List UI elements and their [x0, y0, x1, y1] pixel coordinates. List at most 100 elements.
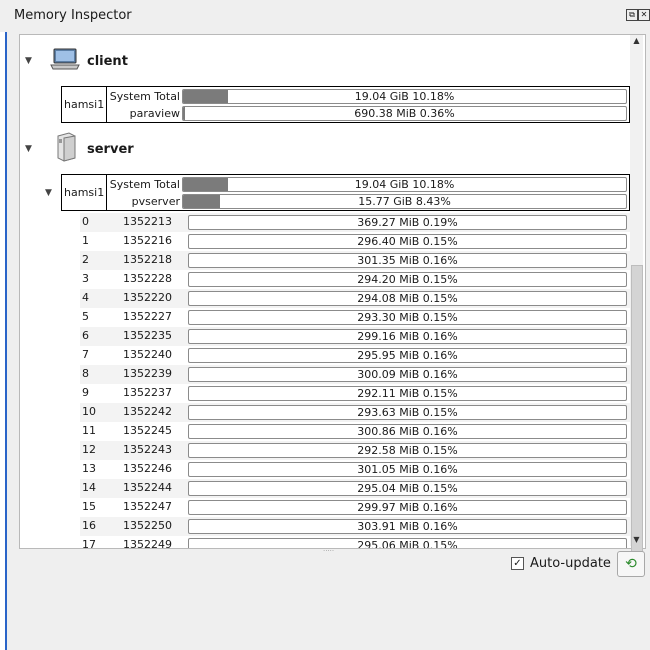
process-rank: 11 [82, 424, 96, 437]
process-row: 4 1352220 294.08 MiB 0.15% [80, 289, 630, 308]
process-memory-bar: 296.40 MiB 0.15% [188, 234, 627, 249]
process-row: 13 1352246 301.05 MiB 0.16% [80, 460, 630, 479]
process-memory-bar: 300.86 MiB 0.16% [188, 424, 627, 439]
process-memory-bar: 293.63 MiB 0.15% [188, 405, 627, 420]
client-label: client [87, 54, 128, 69]
process-memory-value: 295.95 MiB 0.16% [357, 349, 458, 362]
left-splitter[interactable] [0, 32, 7, 650]
process-memory-bar: 295.04 MiB 0.15% [188, 481, 627, 496]
server-expand-icon[interactable]: ▼ [25, 144, 32, 154]
process-rank: 12 [82, 443, 96, 456]
process-pid: 1352235 [123, 329, 172, 342]
scroll-down-icon[interactable]: ▼ [630, 534, 643, 546]
client-system-label: System Total [109, 90, 180, 103]
process-rank: 17 [82, 538, 96, 549]
server-proc-bar: 15.77 GiB 8.43% [182, 194, 627, 209]
auto-update-checkbox[interactable]: ✓ Auto-update [511, 556, 611, 571]
scroll-up-icon[interactable]: ▲ [630, 35, 643, 47]
process-memory-value: 295.06 MiB 0.15% [357, 539, 458, 549]
process-pid: 1352213 [123, 215, 172, 228]
auto-update-label: Auto-update [530, 556, 611, 571]
process-memory-bar: 295.95 MiB 0.16% [188, 348, 627, 363]
process-rank: 10 [82, 405, 96, 418]
process-pid: 1352244 [123, 481, 172, 494]
process-pid: 1352250 [123, 519, 172, 532]
process-pid: 1352242 [123, 405, 172, 418]
scrollbar-thumb[interactable] [631, 265, 643, 562]
process-pid: 1352240 [123, 348, 172, 361]
process-row: 11 1352245 300.86 MiB 0.16% [80, 422, 630, 441]
process-memory-value: 299.16 MiB 0.16% [357, 330, 458, 343]
server-host-table: hamsi1 System Total 19.04 GiB 10.18% pvs… [61, 174, 630, 211]
process-rank: 9 [82, 386, 89, 399]
client-host-name: hamsi1 [62, 87, 107, 122]
process-memory-bar: 303.91 MiB 0.16% [188, 519, 627, 534]
process-rank: 15 [82, 500, 96, 513]
process-row: 7 1352240 295.95 MiB 0.16% [80, 346, 630, 365]
process-memory-value: 296.40 MiB 0.15% [357, 235, 458, 248]
process-memory-bar: 294.20 MiB 0.15% [188, 272, 627, 287]
server-system-value: 19.04 GiB 10.18% [354, 178, 455, 191]
client-expand-icon[interactable]: ▼ [25, 56, 32, 66]
refresh-icon: ⟲ [625, 556, 637, 572]
process-memory-value: 294.08 MiB 0.15% [357, 292, 458, 305]
laptop-icon [50, 48, 80, 70]
process-pid: 1352247 [123, 500, 172, 513]
process-memory-value: 303.91 MiB 0.16% [357, 520, 458, 533]
process-row: 6 1352235 299.16 MiB 0.16% [80, 327, 630, 346]
process-row: 1 1352216 296.40 MiB 0.15% [80, 232, 630, 251]
process-memory-bar: 299.97 MiB 0.16% [188, 500, 627, 515]
process-memory-bar: 301.35 MiB 0.16% [188, 253, 627, 268]
process-pid: 1352228 [123, 272, 172, 285]
process-memory-bar: 301.05 MiB 0.16% [188, 462, 627, 477]
process-pid: 1352245 [123, 424, 172, 437]
process-rank: 8 [82, 367, 89, 380]
checkbox-check-icon[interactable]: ✓ [511, 557, 524, 570]
process-memory-value: 301.05 MiB 0.16% [357, 463, 458, 476]
process-rank: 1 [82, 234, 89, 247]
process-memory-value: 295.04 MiB 0.15% [357, 482, 458, 495]
process-pid: 1352243 [123, 443, 172, 456]
float-icon[interactable]: ⧉ [626, 9, 638, 21]
title-bar: Memory Inspector ⧉ ✕ [0, 0, 650, 32]
process-memory-value: 301.35 MiB 0.16% [357, 254, 458, 267]
client-proc-value: 690.38 MiB 0.36% [354, 107, 455, 120]
close-icon[interactable]: ✕ [638, 9, 650, 21]
process-pid: 1352237 [123, 386, 172, 399]
process-memory-bar: 292.58 MiB 0.15% [188, 443, 627, 458]
process-row: 9 1352237 292.11 MiB 0.15% [80, 384, 630, 403]
process-memory-bar: 292.11 MiB 0.15% [188, 386, 627, 401]
vertical-scrollbar[interactable]: ▲ ▼ [630, 35, 643, 562]
server-host-name: hamsi1 [62, 175, 107, 210]
process-row: 14 1352244 295.04 MiB 0.15% [80, 479, 630, 498]
splitter-handle-icon[interactable]: ····· [323, 547, 334, 555]
memory-tree[interactable]: ▼ client hamsi1 System Total 19.04 GiB 1… [19, 34, 646, 549]
server-label: server [87, 142, 134, 157]
process-memory-value: 292.58 MiB 0.15% [357, 444, 458, 457]
process-rank: 7 [82, 348, 89, 361]
process-rank: 6 [82, 329, 89, 342]
process-memory-value: 299.97 MiB 0.16% [357, 501, 458, 514]
process-rank: 16 [82, 519, 96, 532]
process-row: 16 1352250 303.91 MiB 0.16% [80, 517, 630, 536]
client-host-table: hamsi1 System Total 19.04 GiB 10.18% par… [61, 86, 630, 123]
process-memory-value: 300.86 MiB 0.16% [357, 425, 458, 438]
process-row: 5 1352227 293.30 MiB 0.15% [80, 308, 630, 327]
process-memory-value: 293.63 MiB 0.15% [357, 406, 458, 419]
server-tower-icon [57, 132, 76, 162]
process-memory-value: 294.20 MiB 0.15% [357, 273, 458, 286]
server-host-expand-icon[interactable]: ▼ [45, 188, 52, 198]
window-title: Memory Inspector [14, 8, 132, 23]
process-row: 0 1352213 369.27 MiB 0.19% [80, 213, 630, 232]
process-memory-bar: 369.27 MiB 0.19% [188, 215, 627, 230]
process-pid: 1352249 [123, 538, 172, 549]
server-system-label: System Total [109, 178, 180, 191]
server-proc-value: 15.77 GiB 8.43% [358, 195, 451, 208]
client-system-bar: 19.04 GiB 10.18% [182, 89, 627, 104]
process-memory-value: 292.11 MiB 0.15% [357, 387, 458, 400]
process-rank: 0 [82, 215, 89, 228]
process-row: 12 1352243 292.58 MiB 0.15% [80, 441, 630, 460]
process-row: 15 1352247 299.97 MiB 0.16% [80, 498, 630, 517]
process-memory-bar: 299.16 MiB 0.16% [188, 329, 627, 344]
refresh-button[interactable]: ⟲ [617, 551, 645, 577]
